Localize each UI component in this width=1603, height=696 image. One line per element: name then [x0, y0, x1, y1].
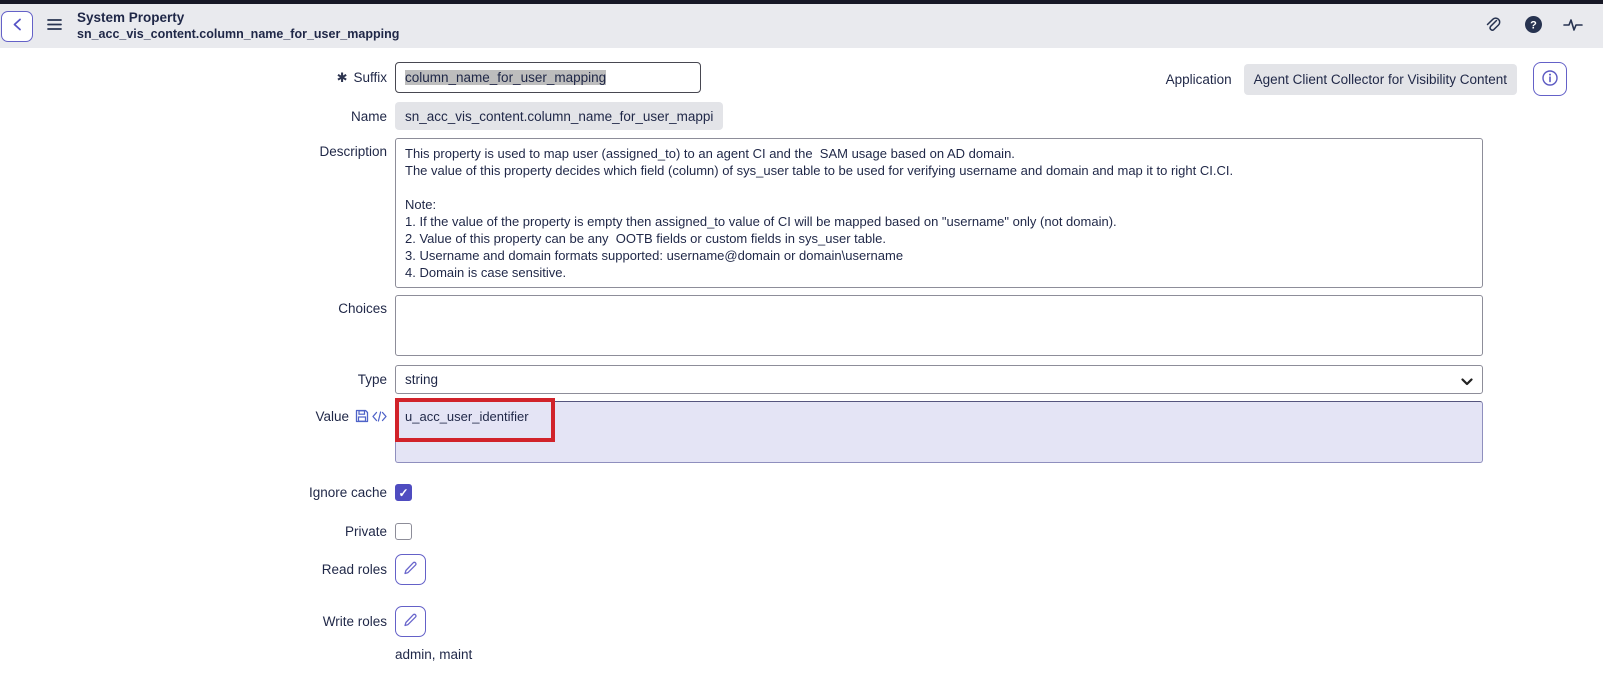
- attachment-button[interactable]: [1477, 10, 1509, 42]
- read-roles-edit-button[interactable]: [395, 554, 426, 585]
- read-roles-label: Read roles: [321, 562, 387, 577]
- suffix-row: ✱ Suffix column_name_for_user_mapping Ap…: [0, 62, 1603, 96]
- application-field: Agent Client Collector for Visibility Co…: [1243, 63, 1517, 95]
- suffix-input-value: column_name_for_user_mapping: [405, 70, 607, 85]
- ignore-cache-label: Ignore cache: [308, 485, 387, 500]
- code-icon[interactable]: [372, 410, 387, 425]
- write-roles-label: Write roles: [322, 614, 387, 629]
- write-roles-label-wrap: Write roles: [0, 614, 395, 629]
- write-roles-row: Write roles: [0, 606, 1603, 637]
- name-field: sn_acc_vis_content.column_name_for_user_…: [395, 102, 724, 130]
- write-roles-list: admin, maint: [395, 647, 473, 662]
- save-icon[interactable]: [355, 409, 369, 426]
- description-textarea[interactable]: This property is used to map user (assig…: [395, 138, 1483, 288]
- activity-stream-button[interactable]: [1557, 10, 1589, 42]
- description-row: Description This property is used to map…: [0, 138, 1603, 288]
- description-label: Description: [319, 144, 387, 159]
- pulse-icon: [1563, 17, 1583, 36]
- private-label-wrap: Private: [0, 524, 395, 539]
- write-roles-edit-button[interactable]: [395, 606, 426, 637]
- svg-text:?: ?: [1530, 20, 1537, 32]
- pencil-icon: [403, 561, 418, 579]
- value-textarea[interactable]: u_acc_user_identifier: [395, 401, 1483, 463]
- value-label-wrap: Value: [0, 401, 395, 426]
- suffix-label: Suffix: [353, 70, 387, 85]
- name-row: Name sn_acc_vis_content.column_name_for_…: [0, 102, 1603, 130]
- ignore-cache-row: Ignore cache: [0, 484, 1603, 501]
- context-menu-button[interactable]: [39, 11, 69, 41]
- application-group: Application Agent Client Collector for V…: [1166, 62, 1567, 96]
- type-label-wrap: Type: [0, 372, 395, 387]
- name-label-wrap: Name: [0, 109, 395, 124]
- ignore-cache-label-wrap: Ignore cache: [0, 485, 395, 500]
- back-button[interactable]: [1, 10, 33, 42]
- title-block: System Property sn_acc_vis_content.colum…: [77, 10, 399, 43]
- type-select-value: string: [405, 372, 439, 387]
- name-label: Name: [350, 108, 387, 124]
- choices-row: Choices: [0, 295, 1603, 356]
- choices-label-wrap: Choices: [0, 295, 395, 316]
- read-roles-row: Read roles: [0, 554, 1603, 585]
- type-row: Type string: [0, 365, 1603, 394]
- type-select[interactable]: string: [395, 365, 1483, 394]
- read-roles-label-wrap: Read roles: [0, 562, 395, 577]
- hamburger-icon: [46, 18, 62, 34]
- private-checkbox[interactable]: [395, 523, 412, 540]
- required-icon: ✱: [336, 69, 348, 85]
- value-row: Value u_acc_user_identifier: [0, 398, 1603, 468]
- chevron-down-icon: [1461, 374, 1473, 389]
- application-info-button[interactable]: [1533, 62, 1567, 96]
- value-field-wrap: u_acc_user_identifier: [395, 398, 1483, 468]
- value-label: Value: [315, 409, 349, 424]
- suffix-label-wrap: ✱ Suffix: [0, 70, 395, 86]
- ignore-cache-checkbox[interactable]: [395, 484, 412, 501]
- private-label: Private: [344, 524, 387, 539]
- record-subtitle: sn_acc_vis_content.column_name_for_user_…: [77, 26, 400, 41]
- system-property-form: ✱ Suffix column_name_for_user_mapping Ap…: [0, 48, 1603, 662]
- help-button[interactable]: ?: [1517, 10, 1549, 42]
- write-roles-list-row: admin, maint: [0, 645, 1603, 662]
- choices-label: Choices: [338, 301, 387, 316]
- form-header: System Property sn_acc_vis_content.colum…: [0, 4, 1603, 48]
- question-circle-icon: ?: [1524, 15, 1543, 37]
- page-title: System Property: [77, 9, 185, 25]
- application-label: Application: [1165, 71, 1232, 87]
- paperclip-icon: [1484, 16, 1502, 37]
- suffix-input[interactable]: column_name_for_user_mapping: [395, 62, 701, 93]
- type-label: Type: [357, 372, 387, 387]
- pencil-icon: [403, 613, 418, 631]
- description-label-wrap: Description: [0, 138, 395, 159]
- info-icon: [1542, 69, 1558, 89]
- choices-textarea[interactable]: [395, 295, 1483, 356]
- private-row: Private: [0, 523, 1603, 540]
- chevron-left-icon: [12, 18, 23, 34]
